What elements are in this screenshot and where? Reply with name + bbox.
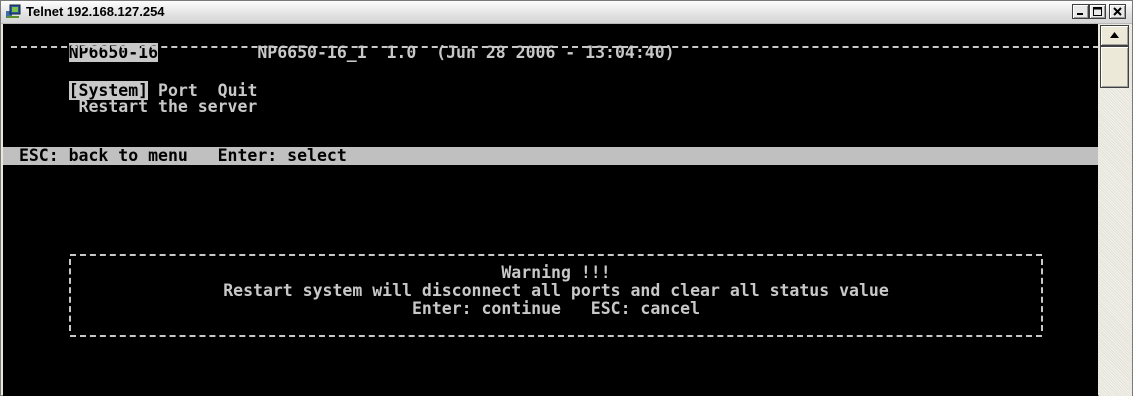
terminal-screen[interactable]: NP6650-16 NP6650-16_1 1.0 (Jun 28 2006 -… — [3, 24, 1098, 396]
menu-description: Restart the server — [78, 97, 258, 116]
dialog-bottom-border — [70, 335, 1042, 337]
status-bar: ESC: back to menu Enter: select — [3, 147, 1098, 165]
header-divider — [11, 46, 1098, 48]
window-title: Telnet 192.168.127.254 — [26, 4, 165, 19]
dialog-message: Restart system will disconnect all ports… — [223, 281, 889, 300]
status-bar-line: ESC: back to menu Enter: select — [9, 147, 347, 165]
maximize-button[interactable] — [1089, 4, 1106, 19]
menu-description-line: Restart the server — [9, 80, 258, 134]
scroll-up-button[interactable] — [1100, 25, 1129, 46]
close-icon — [1113, 7, 1122, 16]
minimize-button[interactable] — [1072, 4, 1089, 19]
title-bar[interactable]: Telnet 192.168.127.254 — [1, 1, 1132, 24]
minimize-icon — [1077, 13, 1083, 15]
arrow-up-icon — [1110, 32, 1119, 38]
warning-dialog: Warning !!! Restart system will disconne… — [67, 251, 1045, 339]
dialog-top-border — [70, 254, 1042, 256]
close-button[interactable] — [1109, 4, 1126, 19]
scroll-thumb[interactable] — [1100, 46, 1129, 88]
telnet-app-icon[interactable] — [6, 4, 21, 19]
maximize-icon — [1093, 7, 1102, 16]
dialog-title: Warning !!! — [501, 263, 611, 282]
dialog-actions: Enter: continue ESC: cancel — [411, 299, 701, 318]
vertical-scrollbar[interactable] — [1099, 24, 1132, 396]
telnet-window: Telnet 192.168.127.254 NP6650-16 NP6650-… — [0, 0, 1133, 396]
status-bar-text: ESC: back to menu Enter: select — [18, 146, 347, 165]
